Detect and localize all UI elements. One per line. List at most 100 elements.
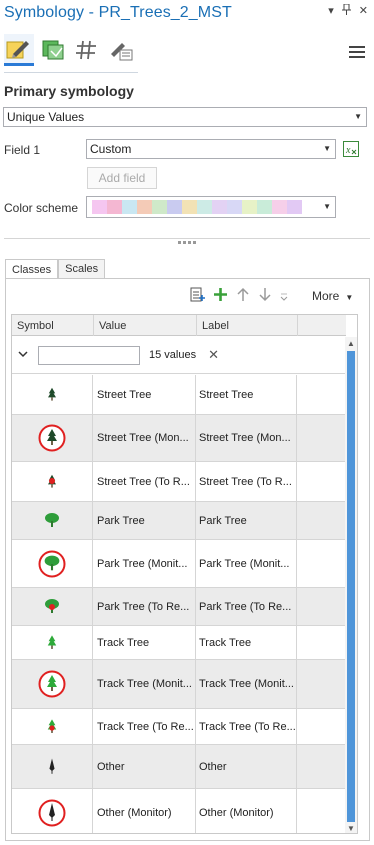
class-row[interactable]: Track Tree Track Tree [12,626,346,660]
vary-symbology-tab[interactable] [38,34,68,66]
class-row[interactable]: Park Tree (To Re... Park Tree (To Re... [12,588,346,626]
color-scheme-dropdown[interactable]: ▼ [86,196,336,218]
class-rows: Street Tree Street Tree Street Tree (Mon..… [12,375,346,833]
remove-group-icon[interactable]: ✕ [208,347,219,363]
chevron-down-icon: ▼ [323,144,331,153]
add-field-button[interactable]: Add field [87,167,157,189]
color-swatch [122,200,137,214]
group-filter-row: 15 values ✕ [12,337,346,374]
tree-black-monitor-symbol-icon[interactable] [12,415,93,461]
class-value-cell[interactable]: Track Tree [93,626,196,659]
color-swatch [152,200,167,214]
section-title: Primary symbology [4,83,134,99]
class-value-cell[interactable]: Street Tree (To R... [93,462,196,501]
class-extra-cell [297,502,346,539]
tree-round-green-remove-symbol-icon[interactable] [12,588,93,625]
pencil-icon [6,40,29,58]
color-swatch [92,200,107,214]
move-down-icon[interactable] [257,286,273,306]
pane-options-icon[interactable]: ▾ [328,4,334,18]
class-label-cell[interactable]: Other (Monitor) [196,789,297,833]
chevron-down-icon: ▼ [323,202,331,211]
class-value-cell[interactable]: Other (Monitor) [93,789,196,833]
class-value-cell[interactable]: Track Tree (Monit... [93,660,196,708]
reverse-order-icon[interactable] [279,286,289,306]
tree-green-remove-symbol-icon[interactable] [12,709,93,744]
tree-black-small-symbol-icon[interactable] [12,375,93,414]
class-row[interactable]: Other Other [12,745,346,789]
expression-icon[interactable]: x [343,141,359,157]
color-swatch [137,200,152,214]
splitter-grip-icon[interactable] [178,241,196,244]
class-label-cell[interactable]: Track Tree [196,626,297,659]
other-black-symbol-icon[interactable] [12,745,93,788]
symbology-settings-tab[interactable] [106,34,136,66]
classes-grid: Symbol Value Label 15 values ✕ Street Tr… [11,314,358,834]
class-label-cell[interactable]: Street Tree (Mon... [196,415,297,461]
class-row[interactable]: Street Tree (Mon... Street Tree (Mon... [12,415,346,462]
move-up-icon[interactable] [235,286,251,306]
class-label-cell[interactable]: Track Tree (To Re... [196,709,297,744]
field1-label: Field 1 [4,143,41,157]
tree-green-monitor-symbol-icon[interactable] [12,660,93,708]
class-row[interactable]: Street Tree (To R... Street Tree (To R... [12,462,346,502]
class-label-cell[interactable]: Track Tree (Monit... [196,660,297,708]
class-value-cell[interactable]: Street Tree (Mon... [93,415,196,461]
class-value-cell[interactable]: Park Tree (To Re... [93,588,196,625]
column-header-symbol[interactable]: Symbol [12,315,94,336]
more-menu-button[interactable]: More ▼ [312,289,353,303]
scroll-up-icon[interactable]: ▲ [347,339,355,348]
color-swatch [182,200,197,214]
column-header-value[interactable]: Value [94,315,197,336]
close-pane-icon[interactable]: ✕ [359,4,368,18]
class-label-cell[interactable]: Park Tree (Monit... [196,540,297,587]
hamburger-menu-icon[interactable] [349,46,365,60]
tree-round-green-monitor-symbol-icon[interactable] [12,540,93,587]
class-row[interactable]: Park Tree (Monit... Park Tree (Monit... [12,540,346,588]
grid-vertical-scrollbar[interactable]: ▲ ▼ [345,337,357,833]
class-extra-cell [297,540,346,587]
tree-green-small-symbol-icon[interactable] [12,626,93,659]
column-header-extra [298,315,346,336]
class-extra-cell [297,588,346,625]
class-row[interactable]: Park Tree Park Tree [12,502,346,540]
class-row[interactable]: Track Tree (Monit... Track Tree (Monit... [12,660,346,709]
class-value-cell[interactable]: Track Tree (To Re... [93,709,196,744]
collapse-chevron-icon[interactable] [18,350,32,361]
class-extra-cell [297,709,346,744]
pane-title-bar: Symbology - PR_Trees_2_MST ▾ ✕ [0,0,374,26]
color-swatch [287,200,302,214]
class-row[interactable]: Other (Monitor) Other (Monitor) [12,789,346,833]
class-label-cell[interactable]: Street Tree [196,375,297,414]
class-value-cell[interactable]: Street Tree [93,375,196,414]
class-value-cell[interactable]: Other [93,745,196,788]
tree-round-green-symbol-icon[interactable] [12,502,93,539]
layers-green-icon [42,40,64,60]
tab-scales[interactable]: Scales [58,259,106,278]
scroll-down-icon[interactable]: ▼ [347,824,355,833]
add-class-icon[interactable] [212,286,229,306]
group-heading-input[interactable] [38,345,140,365]
class-row[interactable]: Street Tree Street Tree [12,375,346,415]
class-label-cell[interactable]: Park Tree (To Re... [196,588,297,625]
color-scheme-swatches [92,200,302,214]
field1-dropdown[interactable]: Custom ▼ [86,139,336,159]
tab-classes[interactable]: Classes [5,259,59,279]
class-value-cell[interactable]: Park Tree [93,502,196,539]
pin-icon[interactable] [341,3,351,18]
class-label-cell[interactable]: Other [196,745,297,788]
class-row[interactable]: Track Tree (To Re... Track Tree (To Re... [12,709,346,745]
symbol-layer-drawing-tab[interactable] [72,34,102,66]
class-label-cell[interactable]: Street Tree (To R... [196,462,297,501]
scrollbar-thumb[interactable] [347,351,355,822]
class-value-cell[interactable]: Park Tree (Monit... [93,540,196,587]
class-label-cell[interactable]: Park Tree [196,502,297,539]
caret-down-icon: ▼ [345,293,354,302]
primary-symbology-tab[interactable] [4,34,34,66]
column-header-label[interactable]: Label [197,315,298,336]
other-black-monitor-symbol-icon[interactable] [12,789,93,833]
symbology-type-dropdown[interactable]: Unique Values ▼ [3,107,367,127]
tool-tabs-underline [4,72,138,73]
add-all-values-icon[interactable] [190,286,206,306]
tree-black-remove-symbol-icon[interactable] [12,462,93,501]
